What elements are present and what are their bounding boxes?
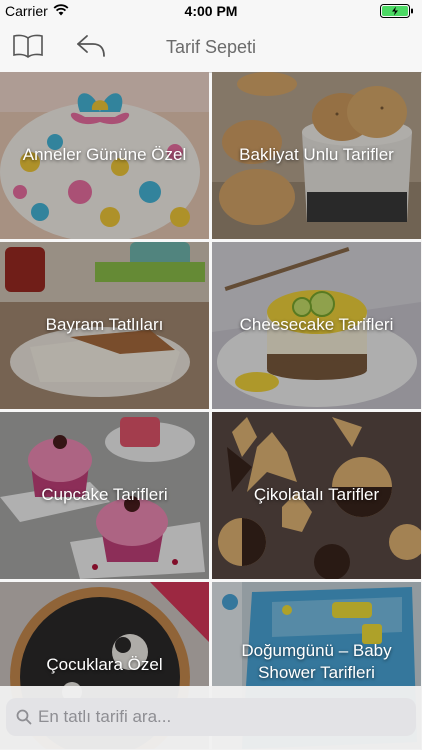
- search-box[interactable]: [6, 698, 416, 736]
- category-tile-cupcake[interactable]: Cupcake Tarifleri: [0, 412, 209, 579]
- search-input[interactable]: [38, 698, 408, 736]
- category-label: Cupcake Tarifleri: [41, 485, 168, 504]
- search-icon: [16, 709, 32, 725]
- category-label: Cheesecake Tarifleri: [239, 315, 394, 334]
- category-label: Çocuklara Özel: [46, 655, 163, 674]
- category-label: Anneler Gününe Özel: [22, 145, 187, 164]
- category-grid: Anneler Gününe Özel Bakliyat Unlu Tarifl…: [0, 72, 422, 749]
- category-tile-bakliyat[interactable]: Bakliyat Unlu Tarifler: [212, 72, 421, 239]
- battery-icon: [380, 4, 413, 18]
- category-label: Bakliyat Unlu Tarifler: [239, 145, 394, 164]
- status-bar: Carrier 4:00 PM: [0, 0, 422, 22]
- page-title: Tarif Sepeti: [165, 37, 257, 57]
- category-label: Doğumgünü – Baby Shower Tarifleri: [241, 641, 392, 682]
- category-tile-anneler-gunu[interactable]: Anneler Gününe Özel: [0, 72, 209, 239]
- category-tile-cheesecake[interactable]: Cheesecake Tarifleri: [212, 242, 421, 409]
- category-tile-cikolata[interactable]: Çikolatalı Tarifler: [212, 412, 421, 579]
- search-bar: [0, 686, 422, 750]
- category-tile-bayram[interactable]: Bayram Tatlıları: [0, 242, 209, 409]
- clock: 4:00 PM: [184, 3, 238, 19]
- category-label: Çikolatalı Tarifler: [253, 485, 380, 504]
- navigation-bar: Tarif Sepeti: [0, 22, 422, 73]
- category-label: Bayram Tatlıları: [45, 315, 164, 334]
